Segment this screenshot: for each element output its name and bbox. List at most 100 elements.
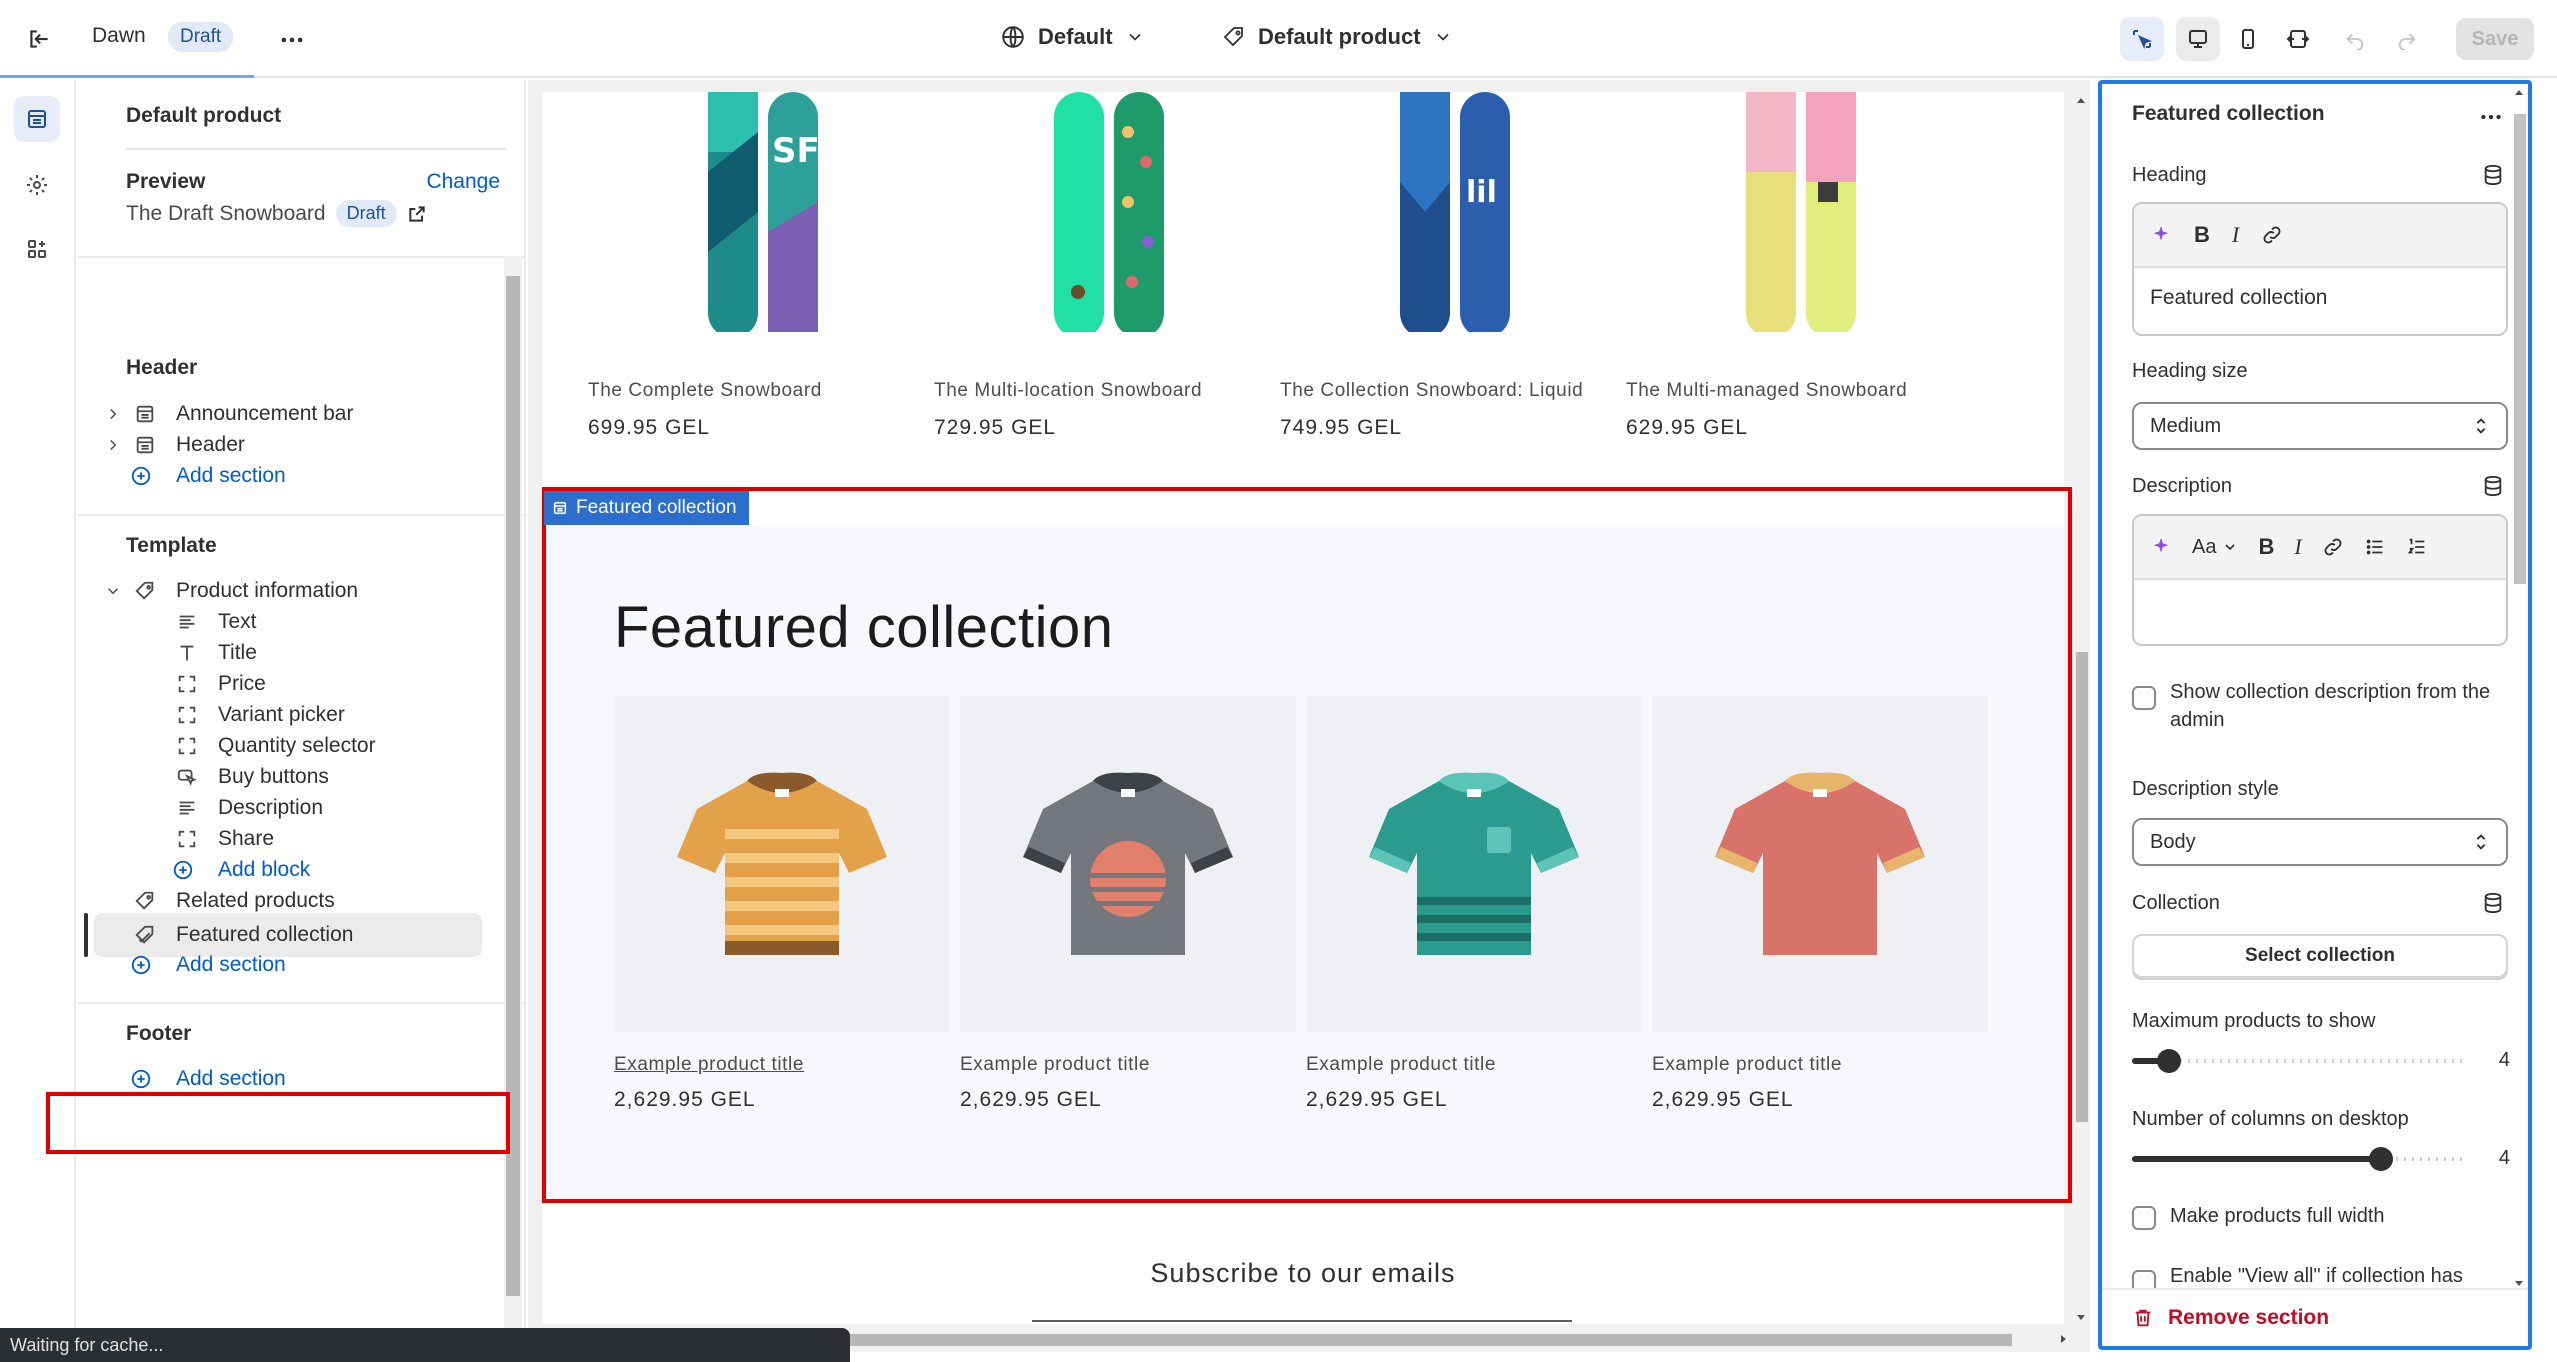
- ai-sparkle-icon[interactable]: [2150, 224, 2172, 246]
- ai-sparkle-icon[interactable]: [2150, 536, 2172, 558]
- checkbox[interactable]: [2132, 686, 2156, 710]
- settings-gear-icon[interactable]: [14, 162, 60, 208]
- desktop-view-icon[interactable]: [2176, 17, 2220, 61]
- link-icon[interactable]: [2261, 224, 2283, 246]
- newsletter-email-input[interactable]: [1032, 1320, 1572, 1322]
- columns-slider[interactable]: [2132, 1144, 2468, 1174]
- block-frame-icon: [176, 735, 198, 757]
- dynamic-source-icon[interactable]: [2482, 892, 2504, 914]
- status-bar: Waiting for cache...: [0, 1328, 850, 1362]
- heading-input[interactable]: Featured collection: [2134, 268, 2506, 328]
- dynamic-source-icon[interactable]: [2482, 164, 2504, 186]
- product-card: The Complete Snowboard 699.95 GEL: [588, 380, 822, 440]
- top-bar: Dawn Draft Default Default product Save: [0, 0, 2557, 78]
- inspector-icon[interactable]: [2120, 17, 2164, 61]
- add-section-label: Add section: [176, 1067, 286, 1090]
- max-products-value: 4: [2498, 1049, 2510, 1071]
- snowboard-image[interactable]: [1580, 92, 1880, 332]
- canvas-scrollbar[interactable]: [2072, 92, 2090, 1326]
- selected-section-tag[interactable]: Featured collection: [544, 491, 749, 525]
- bullet-list-icon[interactable]: [2364, 536, 2386, 558]
- snowboard-image[interactable]: lil: [1234, 92, 1534, 332]
- tag-icon: [1222, 25, 1246, 49]
- full-width-checkbox[interactable]: Make products full width: [2132, 1198, 2512, 1230]
- description-input[interactable]: [2134, 580, 2506, 616]
- description-style-select[interactable]: Body: [2132, 818, 2508, 866]
- max-products-label: Maximum products to show: [2132, 1010, 2376, 1032]
- redo-icon[interactable]: [2396, 28, 2418, 50]
- template-select[interactable]: Default product: [1222, 24, 1453, 50]
- description-editor[interactable]: Aa B I: [2132, 514, 2508, 646]
- external-link-icon[interactable]: [407, 204, 427, 224]
- dynamic-source-icon[interactable]: [2482, 475, 2504, 497]
- add-section-header-button[interactable]: Add section: [78, 454, 498, 498]
- highlight-box: [46, 1092, 510, 1154]
- bold-icon[interactable]: B: [2258, 534, 2274, 560]
- description-style-label: Description style: [2132, 778, 2279, 800]
- save-button[interactable]: Save: [2456, 18, 2534, 60]
- select-collection-button[interactable]: Select collection: [2132, 934, 2508, 978]
- heading-editor[interactable]: B I Featured collection: [2132, 202, 2508, 336]
- italic-icon[interactable]: I: [2232, 222, 2239, 248]
- chevron-down-icon[interactable]: [104, 582, 122, 600]
- more-actions-icon[interactable]: [278, 26, 306, 54]
- tag-icon: [134, 580, 156, 602]
- scrollbar-thumb[interactable]: [2514, 114, 2526, 584]
- product-price: 749.95 GEL: [1280, 416, 1403, 439]
- slider-handle[interactable]: [2157, 1049, 2181, 1073]
- snowboard-image[interactable]: [888, 92, 1188, 332]
- svg-text:lil: lil: [1466, 175, 1497, 210]
- slider-handle[interactable]: [2369, 1147, 2393, 1171]
- section-label: Related products: [176, 889, 335, 912]
- product-title[interactable]: The Collection Snowboard: Liquid: [1280, 380, 1583, 402]
- mobile-view-icon[interactable]: [2226, 17, 2270, 61]
- theme-name: Dawn: [92, 24, 146, 47]
- sections-icon[interactable]: [14, 96, 60, 142]
- select-arrows-icon: [2470, 830, 2492, 854]
- panel-scrollbar[interactable]: [504, 256, 522, 1330]
- settings-scrollbar[interactable]: [2510, 84, 2528, 1292]
- add-section-label: Add section: [176, 953, 286, 976]
- max-products-slider[interactable]: [2132, 1046, 2468, 1076]
- snowboard-image[interactable]: SF: [542, 92, 842, 332]
- checkbox[interactable]: [2132, 1206, 2156, 1230]
- settings-title: Featured collection: [2132, 102, 2325, 125]
- exit-icon[interactable]: [26, 26, 52, 52]
- font-style-dropdown[interactable]: Aa: [2192, 536, 2238, 559]
- scrollbar-thumb[interactable]: [2076, 652, 2088, 1122]
- section-settings-panel: Featured collection Heading B I Featured…: [2098, 80, 2532, 1350]
- scroll-down-icon[interactable]: [2072, 1308, 2090, 1326]
- italic-icon[interactable]: I: [2294, 534, 2301, 560]
- plus-circle-icon: [130, 954, 152, 976]
- numbered-list-icon[interactable]: [2406, 536, 2428, 558]
- template-select-label: Default product: [1258, 24, 1421, 49]
- slider-track: [2132, 1059, 2468, 1063]
- full-width-view-icon[interactable]: [2276, 17, 2320, 61]
- show-description-checkbox[interactable]: Show collection description from the adm…: [2132, 678, 2512, 734]
- divider: [78, 1002, 524, 1004]
- product-title[interactable]: The Multi-location Snowboard: [934, 380, 1202, 402]
- remove-section-button[interactable]: Remove section: [2102, 1288, 2528, 1346]
- locale-select[interactable]: Default: [1000, 24, 1145, 50]
- undo-icon[interactable]: [2344, 28, 2366, 50]
- chevron-down-icon: [1125, 27, 1145, 47]
- scroll-up-icon[interactable]: [2510, 84, 2528, 102]
- link-icon[interactable]: [2322, 536, 2344, 558]
- checkbox-label: Show collection description from the adm…: [2170, 681, 2491, 731]
- heading-size-select[interactable]: Medium: [2132, 402, 2508, 450]
- more-actions-icon[interactable]: [2478, 104, 2504, 130]
- bold-icon[interactable]: B: [2194, 222, 2210, 248]
- scroll-up-icon[interactable]: [2072, 92, 2090, 110]
- trash-icon: [2132, 1307, 2154, 1329]
- change-preview-link[interactable]: Change: [426, 170, 500, 194]
- product-title[interactable]: The Multi-managed Snowboard: [1626, 380, 1907, 402]
- product-title[interactable]: The Complete Snowboard: [588, 380, 822, 402]
- apps-icon[interactable]: [14, 226, 60, 272]
- font-style-label: Aa: [2192, 535, 2217, 558]
- chevron-right-icon[interactable]: [104, 436, 122, 454]
- block-frame-icon: [176, 704, 198, 726]
- columns-label: Number of columns on desktop: [2132, 1108, 2409, 1130]
- chevron-right-icon[interactable]: [104, 405, 122, 423]
- add-section-template-button[interactable]: Add section: [78, 943, 498, 987]
- scroll-right-icon[interactable]: [2054, 1330, 2072, 1348]
